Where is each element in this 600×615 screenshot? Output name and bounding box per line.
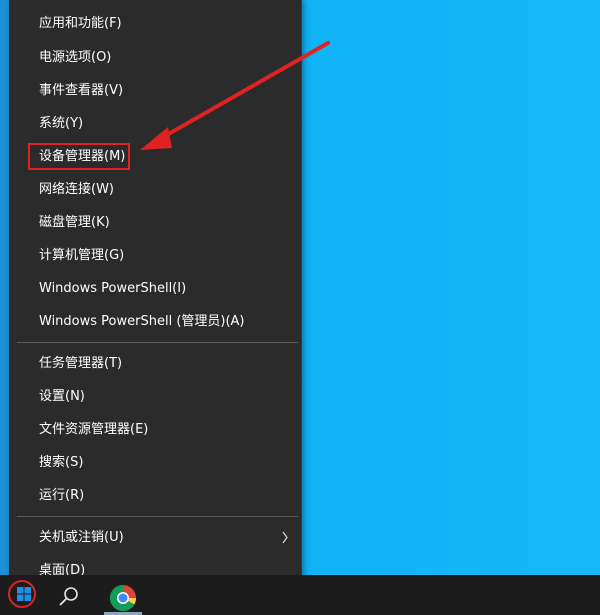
chrome-icon[interactable] xyxy=(104,580,142,615)
highlight-box xyxy=(28,143,130,170)
menu-item-disk-management[interactable]: 磁盘管理(K) xyxy=(9,206,301,239)
menu-item-system[interactable]: 系统(Y) xyxy=(9,107,301,140)
taskbar xyxy=(0,575,600,615)
menu-item-computer-management[interactable]: 计算机管理(G) xyxy=(9,239,301,272)
search-icon[interactable] xyxy=(56,584,82,610)
menu-item-shutdown-signout[interactable]: 关机或注销(U) xyxy=(9,521,301,554)
chevron-right-icon xyxy=(282,531,288,544)
menu-separator xyxy=(17,516,298,517)
menu-item-run[interactable]: 运行(R) xyxy=(9,479,301,512)
menu-item-power-options[interactable]: 电源选项(O) xyxy=(9,41,301,74)
menu-item-powershell-admin[interactable]: Windows PowerShell (管理员)(A) xyxy=(9,305,301,338)
menu-item-event-viewer[interactable]: 事件查看器(V) xyxy=(9,74,301,107)
menu-item-file-explorer[interactable]: 文件资源管理器(E) xyxy=(9,413,301,446)
menu-separator xyxy=(17,342,298,343)
menu-item-settings[interactable]: 设置(N) xyxy=(9,380,301,413)
menu-item-task-manager[interactable]: 任务管理器(T) xyxy=(9,347,301,380)
menu-item-network-connections[interactable]: 网络连接(W) xyxy=(9,173,301,206)
menu-item-label: 关机或注销(U) xyxy=(39,530,124,545)
menu-item-search[interactable]: 搜索(S) xyxy=(9,446,301,479)
menu-item-powershell[interactable]: Windows PowerShell(I) xyxy=(9,272,301,305)
winx-context-menu: 应用和功能(F) 电源选项(O) 事件查看器(V) 系统(Y) 设备管理器(M)… xyxy=(9,0,302,580)
start-button-highlight-circle xyxy=(8,580,36,608)
menu-item-apps-and-features[interactable]: 应用和功能(F) xyxy=(9,7,301,40)
